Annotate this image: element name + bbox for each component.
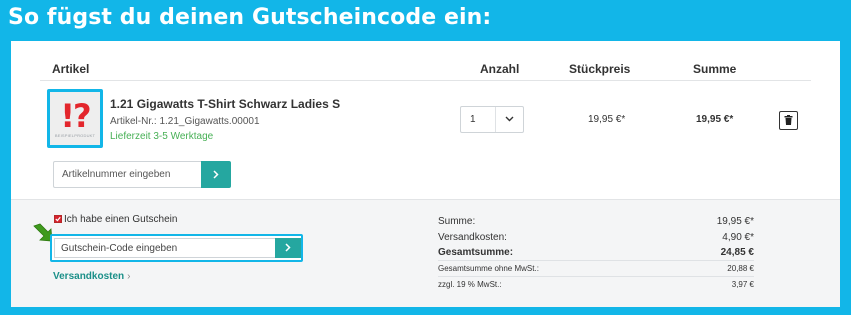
product-name-link[interactable]: 1.21 Gigawatts T-Shirt Schwarz Ladies S	[110, 97, 340, 111]
net-total-value: 20,88 €	[727, 264, 754, 273]
product-image-mark: !?	[60, 97, 91, 135]
apply-coupon-button[interactable]	[275, 238, 301, 258]
summary-divider	[438, 276, 754, 277]
coupon-code-input[interactable]	[54, 238, 275, 258]
coupon-checkbox[interactable]	[54, 215, 62, 223]
trash-icon	[784, 112, 793, 130]
shipping-costs-link-label: Versandkosten	[53, 271, 125, 282]
shipping-label: Versandkosten:	[438, 232, 507, 243]
coupon-checkbox-label[interactable]: Ich habe einen Gutschein	[64, 214, 177, 225]
line-total: 19,95 €*	[696, 114, 734, 125]
shipping-value: 4,90 €*	[722, 232, 754, 243]
grand-total-value: 24,85 €	[720, 247, 754, 258]
tutorial-heading: So fügst du deinen Gutscheincode ein:	[8, 5, 492, 30]
shipping-costs-link[interactable]: Versandkosten ›	[53, 271, 131, 282]
quantity-value: 1	[470, 114, 476, 125]
vat-label: zzgl. 19 % MwSt.:	[438, 280, 502, 289]
chevron-down-icon	[501, 111, 517, 127]
net-total-label: Gesamtsumme ohne MwSt.:	[438, 264, 539, 273]
coupon-and-summary-section: Ich habe einen Gutschein Versandkosten› …	[11, 199, 840, 307]
subtotal-label: Summe:	[438, 216, 476, 227]
product-image[interactable]: !? BEISPIELPRODUKT	[47, 89, 103, 148]
subtotal-value: 19,95 €*	[716, 216, 754, 227]
header-quantity: Anzahl	[480, 62, 520, 76]
chevron-right-icon	[213, 166, 219, 184]
delivery-time: Lieferzeit 3-5 Werktage	[110, 131, 214, 142]
header-unit-price: Stückpreis	[569, 62, 631, 76]
product-image-caption: BEISPIELPRODUKT	[54, 133, 96, 138]
quantity-select[interactable]: 1	[460, 106, 524, 133]
add-article-button[interactable]	[201, 161, 231, 188]
article-number-input[interactable]	[53, 161, 201, 188]
vat-value: 3,97 €	[731, 280, 754, 289]
grand-total-label: Gesamtsumme:	[438, 247, 514, 258]
summary-divider	[438, 260, 754, 261]
coupon-field-highlight	[50, 234, 303, 262]
product-article-number: Artikel-Nr.: 1.21_Gigawatts.00001	[110, 116, 260, 127]
chevron-right-icon: ›	[127, 271, 131, 282]
header-article: Artikel	[52, 62, 90, 76]
chevron-right-icon	[285, 239, 291, 257]
cart-table-header: Artikel Anzahl Stückpreis Summe	[40, 41, 811, 81]
delete-item-button[interactable]	[779, 111, 798, 130]
unit-price: 19,95 €*	[588, 114, 626, 125]
cart-panel: Artikel Anzahl Stückpreis Summe !? BEISP…	[11, 41, 840, 307]
header-total: Summe	[693, 62, 737, 76]
quantity-divider	[495, 107, 496, 132]
